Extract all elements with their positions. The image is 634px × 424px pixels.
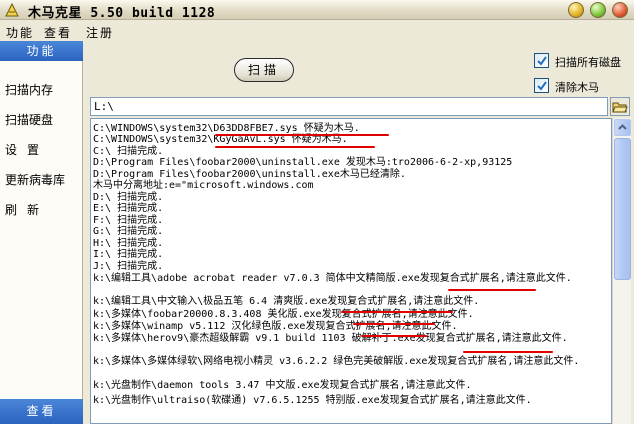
scan-all-disks-label: 扫描所有磁盘 xyxy=(555,56,621,69)
scroll-thumb[interactable] xyxy=(614,138,631,280)
remove-trojans-label: 清除木马 xyxy=(555,81,599,94)
log-line: J:\ 扫描完成. xyxy=(93,261,164,272)
sidebar-item-update-virus-db[interactable]: 更新病毒库 xyxy=(5,171,65,188)
browse-button[interactable] xyxy=(610,97,630,116)
maximize-icon[interactable] xyxy=(590,2,606,18)
sidebar-item-scan-disk[interactable]: 扫描硬盘 xyxy=(5,111,53,128)
path-input[interactable]: L:\ xyxy=(90,97,608,116)
log-scrollbar[interactable] xyxy=(612,118,631,424)
sidebar-item-refresh[interactable]: 刷新 xyxy=(5,201,49,218)
close-icon[interactable] xyxy=(612,2,628,18)
folder-open-icon xyxy=(612,102,628,113)
highlight-underline xyxy=(448,289,536,291)
log-line: E:\ 扫描完成. xyxy=(93,203,164,214)
minimize-icon[interactable] xyxy=(568,2,584,18)
log-line: D:\ 扫描完成. xyxy=(93,192,164,203)
trojan-star-app-icon xyxy=(5,2,19,17)
highlight-underline xyxy=(341,311,453,313)
sidebar-footer-view[interactable]: 查看 xyxy=(0,399,83,424)
log-line: C:\WINDOWS\system32\D63DD8FBE7.sys 怀疑为木马… xyxy=(93,123,360,134)
menu-function[interactable]: 功能 xyxy=(6,24,34,41)
checkmark-icon xyxy=(537,81,547,91)
log-line: C:\ 扫描完成. xyxy=(93,146,164,157)
log-line: k:\编辑工具\adobe acrobat reader v7.0.3 简体中文… xyxy=(93,273,572,284)
highlight-underline xyxy=(215,134,389,136)
menu-view[interactable]: 查看 xyxy=(44,24,72,41)
title-bar[interactable]: 木马克星 5.50 build 1128 xyxy=(0,0,634,21)
scroll-up-icon[interactable] xyxy=(614,119,631,136)
menu-bar: 功能 查看 注册 xyxy=(0,21,634,41)
log-line: 木马中分离地址:e="microsoft.windows.com xyxy=(93,180,314,191)
sidebar-header[interactable]: 功能 xyxy=(0,41,83,61)
sidebar: 功能 扫描内存 扫描硬盘 设置 更新病毒库 刷新 查看 xyxy=(0,41,83,424)
log-line: k:\多媒体\多媒体绿软\网络电视小精灵 v3.6.2.2 绿色完美破解版.ex… xyxy=(93,356,580,367)
log-line: D:\Program Files\foobar2000\uninstall.ex… xyxy=(93,169,406,180)
main-window: 木马克星 5.50 build 1128 功能 查看 注册 功能 扫描内存 扫描… xyxy=(0,0,634,424)
highlight-underline xyxy=(463,351,553,353)
highlight-underline xyxy=(353,323,435,325)
scan-all-disks-checkbox[interactable] xyxy=(534,53,549,68)
sidebar-item-scan-memory[interactable]: 扫描内存 xyxy=(5,81,53,98)
log-line: I:\ 扫描完成. xyxy=(93,249,164,260)
sidebar-item-settings[interactable]: 设置 xyxy=(5,141,49,158)
highlight-underline xyxy=(361,335,427,337)
menu-register[interactable]: 注册 xyxy=(86,24,114,41)
log-line: k:\多媒体\herov9\豪杰超级解霸 v9.1 build 1103 破解补… xyxy=(93,333,568,344)
log-line: F:\ 扫描完成. xyxy=(93,215,164,226)
remove-trojans-checkbox[interactable] xyxy=(534,78,549,93)
scan-log[interactable]: C:\WINDOWS\system32\D63DD8FBE7.sys 怀疑为木马… xyxy=(90,118,612,424)
scan-button[interactable]: 扫描 xyxy=(234,58,294,82)
log-line: k:\光盘制作\ultraiso(软碟通) v7.6.5.1255 特别版.ex… xyxy=(93,395,532,406)
log-line: k:\光盘制作\daemon tools 3.47 中文版.exe发现复合式扩展… xyxy=(93,380,472,391)
checkmark-icon xyxy=(537,56,547,66)
log-line: D:\Program Files\foobar2000\uninstall.ex… xyxy=(93,157,513,168)
log-line: G:\ 扫描完成. xyxy=(93,226,164,237)
log-line: k:\编辑工具\中文输入\极品五笔 6.4 清爽版.exe发现复合式扩展名,请注… xyxy=(93,296,480,307)
window-title: 木马克星 5.50 build 1128 xyxy=(28,6,216,21)
highlight-underline xyxy=(215,146,375,148)
log-line: H:\ 扫描完成. xyxy=(93,238,164,249)
